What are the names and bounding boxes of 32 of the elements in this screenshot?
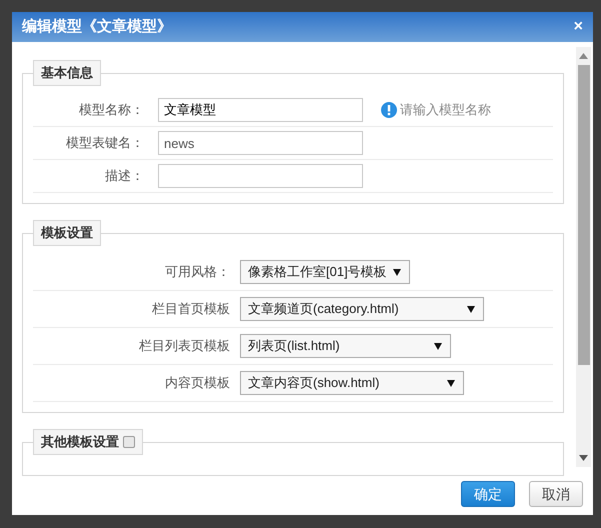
dropdown[interactable]: 列表页(list.html) [240,334,451,358]
window-title: 编辑模型《文章模型》 [22,16,172,37]
input-field[interactable]: 文章模型 [158,98,363,122]
hint-text: 请输入模型名称 [400,101,491,120]
scroll-down-icon[interactable] [579,455,588,461]
caret-icon [434,342,442,350]
caret-icon [447,380,455,386]
input-field[interactable] [158,164,363,188]
field-label: 内容页模板 [164,374,231,392]
info-icon [381,102,397,118]
caret-icon [467,306,475,312]
confirm-button[interactable]: 确定 [461,481,515,507]
close-button[interactable]: × [574,19,583,35]
dropdown[interactable]: 文章频道页(category.html) [240,297,484,321]
field-label: 栏目首页模板 [151,300,231,318]
section-title: 基本信息 [41,64,93,82]
dropdown[interactable]: 文章内容页(show.html) [240,371,464,395]
field-label: 描述： [104,167,145,186]
field-label: 模型名称： [78,101,145,120]
checkbox[interactable] [123,436,135,448]
field-label: 可用风格： [164,263,231,282]
section-title: 模板设置 [41,224,93,242]
section-title: 其他模板设置 [41,433,119,452]
input-field[interactable]: news [158,131,363,155]
caret-icon [393,268,401,276]
dropdown[interactable]: 像素格工作室[01]号模板 [240,260,410,284]
scroll-up-icon[interactable] [579,53,588,59]
scrollbar-thumb[interactable] [578,65,590,365]
field-label: 栏目列表页模板 [138,337,231,356]
field-label: 模型表键名： [65,134,145,152]
scrollbar[interactable] [576,47,591,467]
cancel-button[interactable]: 取消 [529,481,583,507]
